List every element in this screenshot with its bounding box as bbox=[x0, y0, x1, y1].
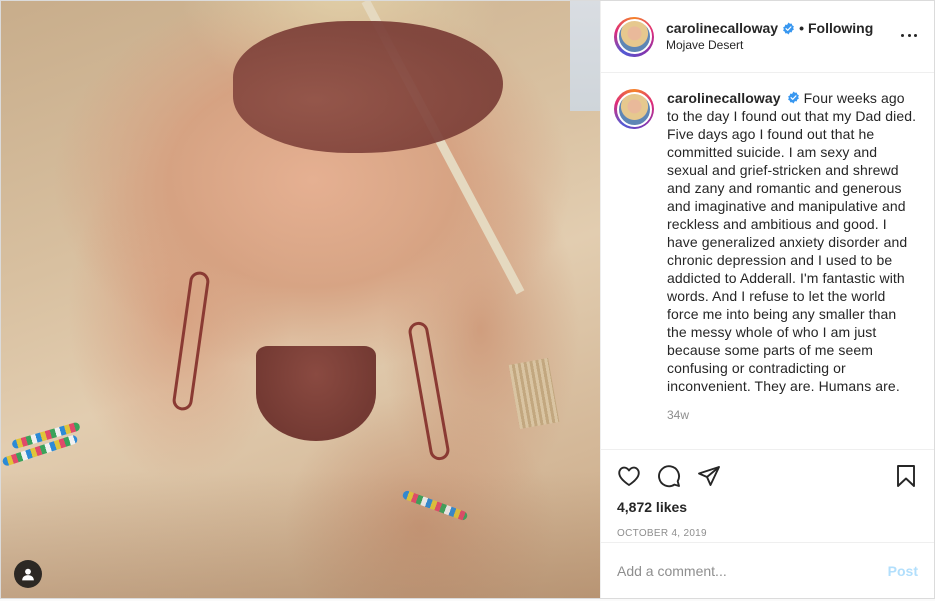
caption-username-link[interactable]: carolinecalloway bbox=[667, 90, 781, 106]
post-sidebar: carolinecalloway • Following Mojave Dese… bbox=[600, 1, 934, 598]
comment-button[interactable] bbox=[657, 464, 681, 488]
verified-badge-icon bbox=[787, 91, 800, 104]
action-bar bbox=[617, 450, 918, 498]
comment-form: Post bbox=[601, 542, 934, 598]
user-icon bbox=[22, 568, 34, 581]
username-link[interactable]: carolinecalloway bbox=[666, 20, 778, 37]
following-button[interactable]: Following bbox=[808, 20, 873, 37]
more-dot-icon bbox=[907, 33, 911, 37]
photo-fringe bbox=[508, 358, 560, 429]
more-options-button[interactable] bbox=[901, 27, 917, 43]
more-dot-icon bbox=[901, 33, 904, 37]
photo-sky bbox=[570, 1, 600, 111]
bookmark-icon bbox=[897, 465, 915, 487]
photo-bikini-bottom bbox=[256, 346, 376, 441]
save-button[interactable] bbox=[894, 464, 918, 488]
caption-timestamp[interactable]: 34w bbox=[667, 408, 918, 422]
post-date[interactable]: OCTOBER 4, 2019 bbox=[617, 528, 918, 539]
caption: carolinecalloway Four weeks ago to the da… bbox=[667, 89, 918, 449]
post-actions-section: 4,872 likes OCTOBER 4, 2019 bbox=[601, 449, 934, 542]
separator-dot: • bbox=[799, 19, 804, 36]
photo-tie-right bbox=[406, 320, 452, 462]
more-dot-icon bbox=[914, 33, 917, 37]
share-button[interactable] bbox=[697, 464, 721, 488]
likes-count[interactable]: 4,872 likes bbox=[617, 499, 918, 515]
comment-icon bbox=[658, 465, 680, 488]
photo-tie-left bbox=[171, 270, 211, 412]
avatar[interactable] bbox=[616, 19, 652, 54]
tagged-users-button[interactable] bbox=[14, 560, 42, 588]
post-comment-button[interactable]: Post bbox=[888, 563, 918, 579]
story-ring[interactable] bbox=[614, 16, 654, 57]
heart-icon bbox=[618, 466, 640, 486]
post-modal: carolinecalloway • Following Mojave Dese… bbox=[0, 0, 935, 599]
verified-badge-icon bbox=[782, 22, 795, 35]
photo-bikini-top bbox=[233, 21, 503, 153]
caption-story-ring[interactable] bbox=[614, 89, 654, 129]
comments-list[interactable]: carolinecalloway Four weeks ago to the da… bbox=[601, 73, 934, 449]
share-icon bbox=[698, 466, 720, 486]
caption-avatar[interactable] bbox=[616, 91, 652, 127]
photo-shadow bbox=[1, 471, 600, 598]
post-photo[interactable] bbox=[1, 1, 600, 598]
caption-text: Four weeks ago to the day I found out th… bbox=[667, 90, 917, 394]
post-header: carolinecalloway • Following Mojave Dese… bbox=[601, 1, 934, 73]
like-button[interactable] bbox=[617, 464, 641, 488]
comment-input[interactable] bbox=[617, 562, 888, 579]
location-link[interactable]: Mojave Desert bbox=[666, 37, 873, 54]
